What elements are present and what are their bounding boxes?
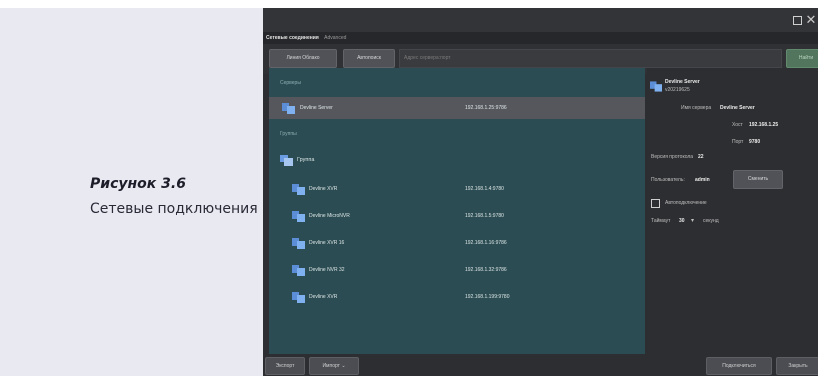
details-server-title: Devline Server (665, 79, 700, 85)
group-item-row[interactable]: Devline MicroNVR 192.168.1.5:9780 (269, 205, 645, 227)
group-item-row[interactable]: Devline XVR 192.168.1.4:9780 (269, 178, 645, 200)
group-icon (280, 155, 293, 166)
server-name-label: Имя сервера (681, 105, 712, 111)
server-address: 192.168.1.25:9786 (465, 105, 507, 111)
protocol-value: 22 (698, 154, 704, 160)
title-bar: ✕ (263, 8, 818, 32)
server-name: Devline Server (300, 105, 333, 111)
timeout-unit: секунд (703, 218, 719, 224)
user-value: admin (695, 177, 710, 183)
close-icon[interactable]: ✕ (804, 13, 818, 27)
user-label: Пользователь: (651, 177, 685, 183)
port-value: 9780 (749, 139, 761, 145)
server-icon (292, 265, 305, 276)
maximize-icon[interactable] (790, 13, 804, 27)
group-item-row[interactable]: Devline XVR 192.168.1.199:9780 (269, 286, 645, 308)
server-icon (292, 184, 305, 195)
close-button[interactable]: Закрыть (776, 357, 818, 375)
servers-header: Серверы (280, 80, 301, 86)
server-list: Серверы Devline Server 192.168.1.25:9786… (269, 68, 645, 358)
import-button[interactable]: Импорт ⌄ (309, 357, 359, 375)
tab-bar: Сетевые соединения Advanced (263, 32, 818, 44)
device-name: Devline XVR 16 (309, 240, 345, 246)
change-user-button[interactable]: Сменить (733, 170, 783, 189)
protocol-label: Версия протокола (651, 154, 694, 160)
device-address: 192.168.1.4:9780 (465, 186, 504, 192)
device-address: 192.168.1.199:9780 (465, 294, 510, 300)
groups-header: Группы (280, 131, 297, 137)
server-row-selected[interactable]: Devline Server 192.168.1.25:9786 (269, 97, 645, 119)
tab-network-connections[interactable]: Сетевые соединения (266, 35, 319, 41)
chevron-down-icon[interactable]: ▾ (691, 217, 694, 224)
page: Рисунок 3.6 Сетевые подключения ✕ Сетевы… (0, 0, 818, 376)
details-server-version: v20219625 (665, 87, 690, 93)
network-connections-window: ✕ Сетевые соединения Advanced Линия Обла… (263, 8, 818, 376)
device-address: 192.168.1.16:9786 (465, 240, 507, 246)
chevron-down-icon: ⌄ (341, 363, 346, 369)
host-value: 192.168.1.25 (749, 122, 779, 128)
profiles-button[interactable]: Линия Облако (269, 49, 337, 68)
autoconnect-label: Автоподключение (665, 200, 707, 206)
port-label: Порт (732, 139, 744, 145)
device-name: Devline MicroNVR (309, 213, 350, 219)
group-item-row[interactable]: Devline XVR 16 192.168.1.16:9786 (269, 232, 645, 254)
bottom-bar: Экспорт Импорт ⌄ Подключиться Закрыть (263, 354, 818, 376)
device-address: 192.168.1.5:9780 (465, 213, 504, 219)
import-button-label: Импорт (322, 363, 340, 369)
server-icon (292, 238, 305, 249)
autoconnect-checkbox[interactable] (651, 199, 660, 208)
group-item-row[interactable]: Devline NVR 32 192.168.1.32:9786 (269, 259, 645, 281)
export-button[interactable]: Экспорт (265, 357, 305, 375)
server-icon (292, 211, 305, 222)
device-name: Devline NVR 32 (309, 267, 345, 273)
server-details-panel: Devline Server v20219625 Имя сервера Dev… (647, 68, 818, 358)
figure-description: Сетевые подключения (90, 201, 258, 217)
host-label: Хост (732, 122, 743, 128)
device-name: Devline XVR (309, 294, 338, 300)
server-icon (282, 103, 295, 114)
connect-button[interactable]: Подключиться (706, 357, 772, 375)
group-row[interactable]: Группа (269, 149, 645, 171)
server-icon (292, 292, 305, 303)
server-name-value: Devline Server (720, 105, 755, 111)
timeout-value[interactable]: 30 (679, 218, 685, 224)
server-icon (650, 81, 662, 92)
find-button[interactable]: Найти (786, 49, 818, 68)
figure-label: Рисунок 3.6 (90, 176, 186, 192)
tab-advanced[interactable]: Advanced (324, 35, 346, 41)
device-address: 192.168.1.32:9786 (465, 267, 507, 273)
timeout-label: Таймаут (651, 218, 671, 224)
autosearch-button[interactable]: Автопоиск (343, 49, 395, 68)
caption-panel: Рисунок 3.6 Сетевые подключения (0, 8, 263, 376)
device-name: Devline XVR (309, 186, 338, 192)
server-address-input[interactable]: Адрес сервера:порт (399, 49, 782, 68)
group-name: Группа (297, 157, 315, 163)
